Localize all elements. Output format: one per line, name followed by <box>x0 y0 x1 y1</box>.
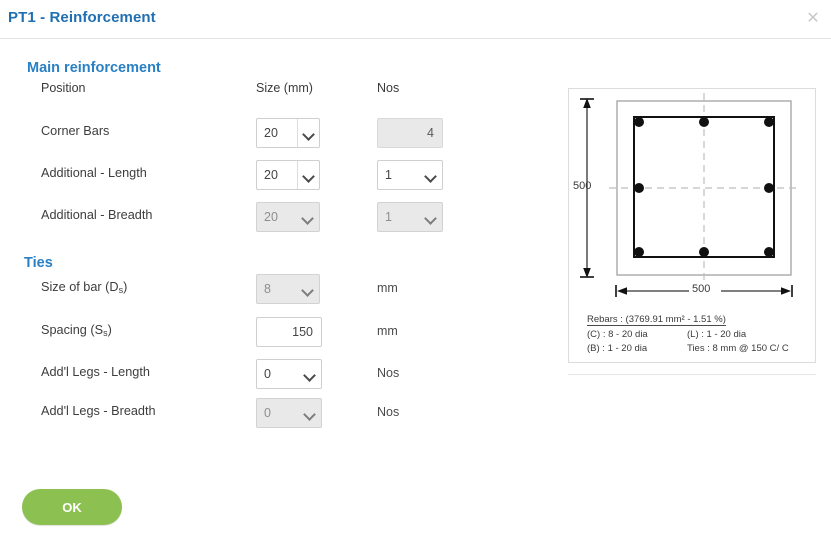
size-select-corner-bars-value: 20 <box>264 126 278 140</box>
reinforcement-dialog: PT1 - Reinforcement ✕ Main reinforcement… <box>0 0 831 545</box>
row-label-corner-bars: Corner Bars <box>41 124 110 138</box>
chevron-down-icon <box>297 275 319 303</box>
caption-corner-bars: (C) : 8 - 20 dia <box>587 329 648 340</box>
tie-bar-size-select-value: 8 <box>264 282 271 296</box>
tie-spacing-input[interactable]: 150 <box>256 317 322 347</box>
column-header-size: Size (mm) <box>256 81 313 95</box>
caption-ties: Ties : 8 mm @ 150 C/ C <box>687 343 789 354</box>
addl-legs-breadth-select-value: 0 <box>264 406 271 420</box>
nos-field-corner-bars: 4 <box>377 118 443 148</box>
chevron-down-icon <box>299 360 321 388</box>
chevron-down-icon <box>299 399 321 427</box>
dialog-header: PT1 - Reinforcement ✕ <box>0 0 831 39</box>
nos-select-additional-length[interactable]: 1 <box>377 160 443 190</box>
dimension-label-height: 500 <box>573 180 592 192</box>
nos-select-additional-breadth: 1 <box>377 202 443 232</box>
unit-label-mm: mm <box>377 324 398 338</box>
size-select-additional-breadth-value: 20 <box>264 210 278 224</box>
table-row: Additional - Length 20 1 <box>0 160 520 192</box>
row-label-size-of-bar-text: Size of bar (D <box>41 280 119 294</box>
chevron-down-icon <box>420 161 442 189</box>
table-row: Size of bar (Ds) 8 mm <box>0 274 520 306</box>
chevron-down-icon <box>420 203 442 231</box>
caption-rebars-summary: Rebars : (3769.91 mm² - 1.51 %) <box>587 314 726 326</box>
table-row: Add'l Legs - Length 0 Nos <box>0 359 520 391</box>
nos-select-additional-breadth-value: 1 <box>385 210 392 224</box>
row-label-spacing-text: Spacing (S <box>41 323 104 337</box>
caption-breadth-bars: (B) : 1 - 20 dia <box>587 343 648 354</box>
table-row: Corner Bars 20 4 <box>0 118 520 150</box>
ok-button[interactable]: OK <box>22 489 122 525</box>
size-select-corner-bars[interactable]: 20 <box>256 118 320 148</box>
row-label-size-of-bar-end: ) <box>123 280 128 294</box>
row-label-spacing: Spacing (Ss) <box>41 323 112 338</box>
row-label-size-of-bar: Size of bar (Ds) <box>41 280 127 295</box>
column-header-nos: Nos <box>377 81 400 95</box>
nos-field-corner-bars-value: 4 <box>427 126 434 140</box>
nos-select-additional-length-value: 1 <box>385 168 392 182</box>
addl-legs-breadth-select: 0 <box>256 398 322 428</box>
addl-legs-length-select-value: 0 <box>264 367 271 381</box>
unit-label-nos: Nos <box>377 366 400 380</box>
dimension-label-width: 500 <box>692 283 711 295</box>
close-icon[interactable]: ✕ <box>802 7 824 29</box>
cross-section-diagram-panel: 500 500 Rebars : (3769.91 mm² - 1.51 %) … <box>568 88 816 363</box>
caption-length-bars: (L) : 1 - 20 dia <box>687 329 747 340</box>
chevron-down-icon <box>297 161 319 189</box>
table-row: Add'l Legs - Breadth 0 Nos <box>0 398 520 430</box>
table-row: Spacing (Ss) 150 mm <box>0 317 520 349</box>
tie-spacing-input-value: 150 <box>292 325 313 339</box>
unit-label-mm: mm <box>377 281 398 295</box>
addl-legs-length-select[interactable]: 0 <box>256 359 322 389</box>
row-label-spacing-end: ) <box>107 323 112 337</box>
panel-divider <box>568 374 816 375</box>
section-heading-main-reinforcement: Main reinforcement <box>27 60 161 76</box>
column-header-position: Position <box>41 81 86 95</box>
tie-bar-size-select: 8 <box>256 274 320 304</box>
table-row: Additional - Breadth 20 1 <box>0 202 520 234</box>
row-label-additional-breadth: Additional - Breadth <box>41 208 153 222</box>
row-label-addl-legs-length: Add'l Legs - Length <box>41 365 150 379</box>
unit-label-nos: Nos <box>377 405 400 419</box>
chevron-down-icon <box>297 203 319 231</box>
size-select-additional-length[interactable]: 20 <box>256 160 320 190</box>
row-label-addl-legs-breadth: Add'l Legs - Breadth <box>41 404 156 418</box>
chevron-down-icon <box>297 119 319 147</box>
size-select-additional-length-value: 20 <box>264 168 278 182</box>
page-title: PT1 - Reinforcement <box>8 9 156 26</box>
section-heading-ties: Ties <box>24 255 53 271</box>
row-label-additional-length: Additional - Length <box>41 166 147 180</box>
size-select-additional-breadth: 20 <box>256 202 320 232</box>
